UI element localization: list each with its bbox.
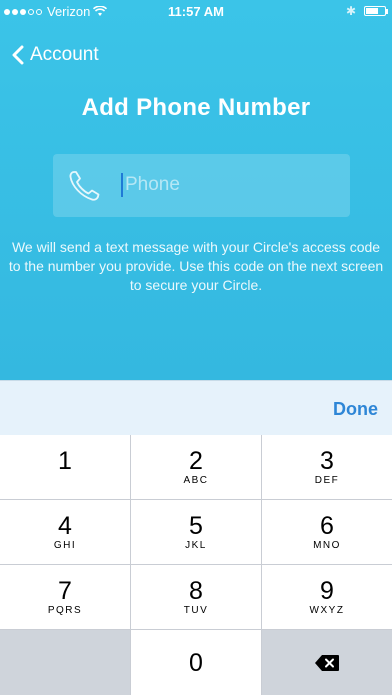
text-caret <box>121 173 123 197</box>
back-label: Account <box>30 44 99 65</box>
key-9[interactable]: 9 WXYZ <box>262 565 392 629</box>
key-0[interactable]: 0 <box>131 630 261 695</box>
back-button[interactable]: Account <box>12 44 99 66</box>
key-3[interactable]: 3 DEF <box>262 435 392 499</box>
bluetooth-icon: ✱ <box>345 4 356 18</box>
key-4[interactable]: 4 GHI <box>0 500 130 564</box>
status-time: 11:57 AM <box>168 4 224 19</box>
phone-input[interactable] <box>125 168 325 202</box>
key-7[interactable]: 7 PQRS <box>0 565 130 629</box>
app-screen: Verizon 11:57 AM ✱ Account Add Phone Num… <box>0 0 392 695</box>
numeric-keypad: 1 2 ABC 3 DEF 4 GHI 5 JKL 6 MNO 7 PQRS 8… <box>0 435 392 695</box>
phone-field[interactable] <box>53 154 350 217</box>
keyboard-accessory-bar: Done <box>0 380 392 435</box>
backspace-icon <box>315 654 339 671</box>
page-title: Add Phone Number <box>81 94 311 121</box>
key-2[interactable]: 2 ABC <box>131 435 261 499</box>
description-text: We will send a text message with your Ci… <box>8 239 384 293</box>
battery-icon <box>364 6 388 16</box>
key-blank <box>0 630 130 695</box>
chevron-left-icon <box>12 45 24 65</box>
key-1[interactable]: 1 <box>0 435 130 499</box>
key-6[interactable]: 6 MNO <box>262 500 392 564</box>
done-button[interactable]: Done <box>333 399 378 420</box>
phone-icon <box>69 171 100 201</box>
status-bar: Verizon 11:57 AM ✱ <box>0 0 392 22</box>
key-5[interactable]: 5 JKL <box>131 500 261 564</box>
key-8[interactable]: 8 TUV <box>131 565 261 629</box>
status-right: ✱ <box>345 4 388 18</box>
delete-key[interactable] <box>262 630 392 695</box>
